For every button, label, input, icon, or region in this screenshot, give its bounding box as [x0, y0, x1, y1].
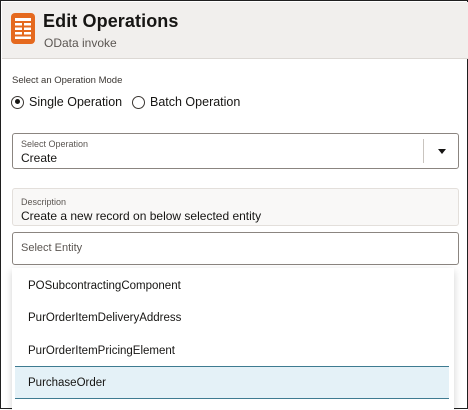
entity-option[interactable]: POSubcontractingComponent [15, 271, 449, 301]
dialog-title: Edit Operations [43, 11, 179, 31]
description-label: Description [21, 197, 67, 207]
entity-option[interactable]: PurOrderItemDeliveryAddress [15, 303, 449, 333]
select-operation-value[interactable]: Create [21, 151, 57, 165]
table-form-icon [11, 13, 35, 44]
description-value: Create a new record on below selected en… [21, 209, 262, 223]
batch-operation-radio[interactable]: Batch Operation [132, 95, 240, 109]
radio-unchecked-icon[interactable] [132, 95, 145, 109]
single-operation-radio[interactable]: Single Operation [11, 95, 122, 109]
dialog-subtitle: OData invoke [44, 36, 117, 50]
batch-operation-label[interactable]: Batch Operation [150, 95, 240, 109]
entity-option[interactable]: PurOrderItemPricingElement [15, 336, 449, 366]
edit-operations-dialog: Edit Operations OData invoke Select an O… [0, 0, 468, 410]
select-entity-input[interactable]: Select Entity [12, 232, 459, 265]
dropdown-divider [423, 139, 424, 163]
entity-option-highlighted[interactable]: PurchaseOrder [15, 366, 449, 399]
dialog-header: Edit Operations OData invoke [2, 2, 468, 59]
select-operation-dropdown[interactable]: Select Operation Create [12, 133, 459, 169]
radio-checked-icon[interactable] [11, 95, 24, 109]
select-entity-placeholder: Select Entity [21, 242, 83, 254]
single-operation-label[interactable]: Single Operation [29, 95, 122, 109]
operation-mode-label: Select an Operation Mode [12, 75, 123, 86]
chevron-down-icon[interactable] [438, 149, 446, 154]
description-field: Description Create a new record on below… [12, 188, 459, 226]
select-operation-label: Select Operation [21, 139, 89, 149]
entity-options-list: POSubcontractingComponent PurOrderItemDe… [12, 268, 454, 410]
